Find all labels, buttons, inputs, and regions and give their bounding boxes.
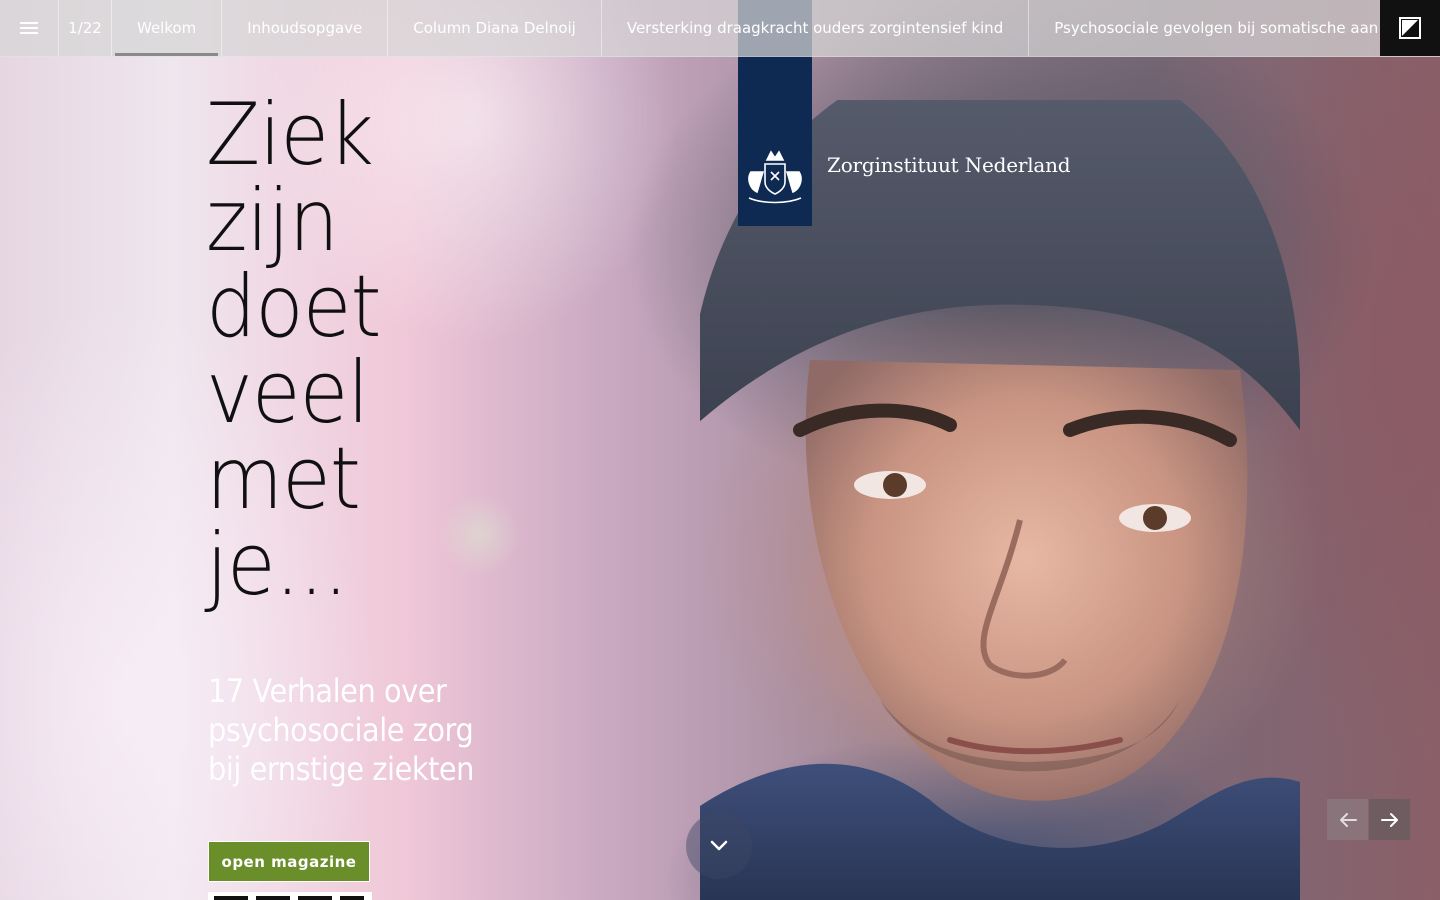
brand-corner-icon — [1399, 17, 1421, 39]
tab-column-diana-delnoij[interactable]: Column Diana Delnoij — [388, 0, 602, 56]
tab-psychosociale-gevolgen[interactable]: Psychosociale gevolgen bij somatische aa… — [1029, 0, 1382, 56]
arrow-left-icon — [1339, 812, 1357, 827]
brand-button[interactable] — [1380, 0, 1440, 56]
tab-welkom[interactable]: Welkom — [112, 0, 223, 56]
headline-line: doet — [206, 257, 382, 357]
hero-subtitle: 17 Verhalen over psychosociale zorg bij … — [208, 672, 548, 789]
logo-text: Zorginstituut Nederland — [827, 153, 1071, 177]
subtitle-line: 17 Verhalen over — [208, 672, 447, 710]
headline-line: Ziek — [206, 85, 374, 185]
magazine-cover-page: 1/22 Welkom Inhoudsopgave Column Diana D… — [0, 0, 1440, 900]
headline-line: veel — [206, 343, 369, 443]
next-page-button[interactable] — [1369, 799, 1410, 840]
arrow-right-icon — [1380, 812, 1398, 827]
scroll-down-button[interactable] — [686, 813, 752, 879]
page-counter: 1/22 — [59, 0, 112, 56]
top-navigation-bar: 1/22 Welkom Inhoudsopgave Column Diana D… — [0, 0, 1440, 57]
tab-inhoudsopgave[interactable]: Inhoudsopgave — [222, 0, 389, 56]
menu-button[interactable] — [0, 0, 59, 56]
royal-coat-of-arms-icon — [748, 150, 802, 204]
headline-line: zijn — [206, 171, 339, 271]
chevron-down-icon — [710, 840, 728, 851]
tab-versterking-draagkracht[interactable]: Versterking draagkracht ouders zorginten… — [602, 0, 1030, 56]
subtitle-line: psychosociale zorg — [208, 711, 474, 749]
previous-page-button[interactable] — [1327, 799, 1368, 840]
subtitle-line: bij ernstige ziekten — [208, 750, 474, 788]
hero-headline: Ziek zijn doet veel met je... — [206, 92, 536, 608]
open-magazine-button[interactable]: open magazine — [208, 841, 370, 882]
headline-line: met — [206, 429, 361, 529]
hamburger-menu-icon — [20, 22, 38, 34]
chapter-tabs: Welkom Inhoudsopgave Column Diana Delnoi… — [112, 0, 1382, 56]
cropped-logo-strip — [208, 892, 372, 900]
headline-line: je... — [206, 515, 348, 615]
